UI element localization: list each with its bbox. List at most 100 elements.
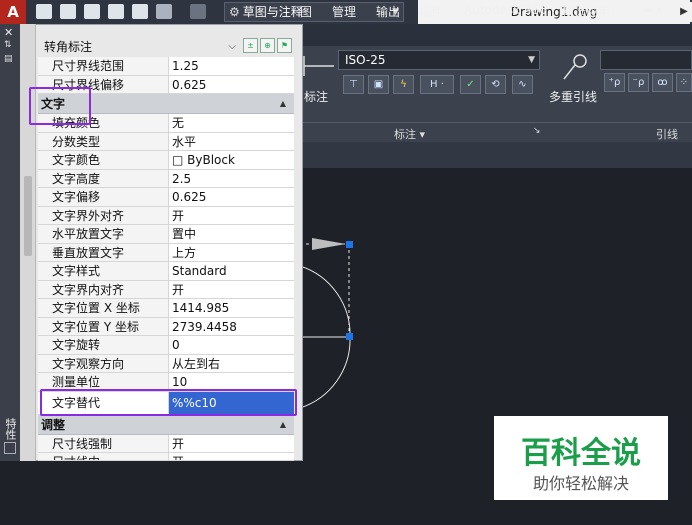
collect-leader-icon[interactable]: ⁘ — [676, 73, 692, 92]
property-row[interactable]: 文字样式 Standard — [38, 262, 294, 281]
panel-launcher-icon[interactable]: ↘ — [533, 126, 541, 136]
category-adjust[interactable]: 调整 ▲ — [38, 414, 294, 435]
property-value[interactable]: 从左到右 — [169, 355, 294, 373]
autohide-icon[interactable]: ⇅ — [4, 40, 12, 50]
property-value[interactable]: 0 — [169, 336, 294, 354]
check-dimension-icon[interactable]: ✓ — [460, 75, 481, 94]
property-row[interactable]: 文字偏移 0.625 — [38, 188, 294, 207]
update-dimension-icon[interactable]: ⟲ — [485, 75, 506, 94]
save-icon[interactable] — [84, 4, 100, 19]
print-icon[interactable] — [132, 4, 148, 19]
object-type-selector[interactable]: 转角标注 ⌵ — [40, 38, 240, 56]
save-as-icon[interactable] — [108, 4, 124, 19]
property-row[interactable]: 文字位置 Y 坐标 2739.4458 — [38, 317, 294, 336]
category-label: 调整 — [41, 417, 66, 432]
property-row[interactable]: 水平放置文字 置中 — [38, 225, 294, 244]
watermark-title: 百科全说 — [521, 436, 641, 471]
property-key: 尺寸界线范围 — [38, 57, 169, 75]
property-row[interactable]: 文字位置 X 坐标 1414.985 — [38, 299, 294, 318]
property-value[interactable]: 水平 — [169, 133, 294, 151]
highlight-text-category — [29, 87, 91, 125]
property-key: 测量单位 — [38, 373, 169, 391]
tab-manage[interactable]: 管理 — [332, 3, 356, 20]
dimension-grip-base[interactable] — [346, 333, 353, 340]
property-value[interactable]: 0.625 — [169, 188, 294, 206]
multileader-icon[interactable] — [560, 53, 590, 83]
collapse-icon[interactable]: ▲ — [280, 415, 286, 435]
property-value[interactable]: □ ByBlock — [169, 151, 294, 169]
property-value[interactable]: 开 — [169, 435, 294, 453]
property-value[interactable]: 10 — [169, 373, 294, 391]
property-value[interactable]: 2.5 — [169, 170, 294, 188]
property-row[interactable]: 文字观察方向 从左到右 — [38, 354, 294, 373]
property-key: 垂直放置文字 — [38, 243, 169, 261]
property-value[interactable]: 1414.985 — [169, 299, 294, 317]
break-dimension-icon[interactable]: ϟ — [393, 75, 414, 94]
scrollbar-thumb[interactable] — [24, 176, 32, 256]
property-value[interactable]: Standard — [169, 262, 294, 280]
toggle-pickadd-icon[interactable]: ± — [243, 38, 258, 53]
property-value[interactable]: 无 — [169, 114, 294, 132]
tab-view[interactable]: 图 — [300, 3, 312, 20]
property-key: 水平放置文字 — [38, 225, 169, 243]
linear-dimension-icon[interactable] — [302, 52, 336, 86]
add-leader-icon[interactable]: ⁺ρ — [604, 73, 625, 92]
leader-panel-title[interactable]: 引线 — [656, 126, 678, 142]
tab-scroll-right-icon[interactable]: ▶ — [676, 2, 692, 22]
property-value[interactable]: 上方 — [169, 244, 294, 262]
ribbon-options-icon[interactable]: ▬ ▾ — [644, 5, 662, 16]
tab-output[interactable]: 输出 — [376, 3, 400, 20]
collapse-icon[interactable]: ▲ — [280, 94, 286, 114]
dimension-style-dropdown[interactable]: ISO-25 ▼ — [338, 50, 540, 70]
leader-style-dropdown[interactable] — [600, 50, 692, 70]
property-row[interactable]: 垂直放置文字 上方 — [38, 243, 294, 262]
object-type-value: 转角标注 — [44, 40, 93, 54]
new-file-icon[interactable] — [36, 4, 52, 19]
dimension-grip[interactable] — [346, 241, 353, 248]
multileader-button-label[interactable]: 多重引线 — [549, 88, 597, 105]
property-row[interactable]: 尺寸线强制开 — [38, 434, 294, 453]
property-row[interactable]: 尺寸界线范围 1.25 — [38, 57, 294, 76]
property-row[interactable]: 尺寸线内开 — [38, 453, 294, 461]
undo-icon[interactable] — [156, 4, 172, 19]
property-row[interactable]: 文字界内对齐开 — [38, 280, 294, 299]
palette-settings-icon[interactable]: ▤ — [4, 54, 13, 64]
property-value[interactable]: 开 — [169, 281, 294, 299]
property-row[interactable]: 文字旋转 0 — [38, 336, 294, 355]
property-value[interactable]: 1.25 — [169, 57, 294, 75]
palette-titlebar[interactable] — [0, 24, 20, 461]
property-key: 尺寸线内 — [38, 453, 169, 460]
open-file-icon[interactable] — [60, 4, 76, 19]
tab-plugins[interactable]: 插件 — [419, 3, 443, 20]
dimension-button-label[interactable]: 标注 — [304, 88, 328, 105]
property-key: 文字颜色 — [38, 151, 169, 169]
property-value[interactable]: 0.625 — [169, 76, 294, 94]
property-key: 文字高度 — [38, 169, 169, 187]
property-value[interactable]: 2739.4458 — [169, 318, 294, 336]
palette-menu-icon[interactable] — [4, 442, 16, 454]
property-value[interactable]: 置中 — [169, 225, 294, 243]
baseline-dimension-icon[interactable]: H · — [420, 75, 454, 94]
property-value[interactable]: 开 — [169, 453, 294, 460]
tab-featured-apps[interactable]: 精选应用 — [562, 3, 610, 20]
property-row[interactable]: 文字界外对齐开 — [38, 206, 294, 225]
arc-geometry-lower[interactable] — [300, 336, 351, 409]
jog-dimension-icon[interactable]: ∿ — [512, 75, 533, 94]
align-leader-icon[interactable]: ꝏ — [652, 73, 673, 92]
redo-icon[interactable] — [190, 4, 206, 19]
property-row[interactable]: 文字颜色 □ ByBlock — [38, 151, 294, 170]
continue-dimension-icon[interactable]: ⊤ — [343, 75, 364, 94]
property-row[interactable]: 分数类型 水平 — [38, 132, 294, 151]
quick-dimension-icon[interactable]: ▣ — [368, 75, 389, 94]
select-objects-icon[interactable]: ⊕ — [260, 38, 275, 53]
quick-select-icon[interactable]: ⚑ — [277, 38, 292, 53]
property-value[interactable]: 开 — [169, 207, 294, 225]
file-tab-bar — [300, 142, 692, 168]
remove-leader-icon[interactable]: ⁻ρ — [628, 73, 649, 92]
tab-autodesk-360[interactable]: Autodesk 360 — [464, 3, 547, 17]
close-icon[interactable]: ✕ — [4, 26, 13, 39]
dimension-panel-title[interactable]: 标注 ▾ — [394, 126, 425, 142]
arc-geometry[interactable] — [300, 265, 351, 338]
property-row[interactable]: 文字高度 2.5 — [38, 169, 294, 188]
application-menu-button[interactable]: A — [0, 0, 26, 24]
